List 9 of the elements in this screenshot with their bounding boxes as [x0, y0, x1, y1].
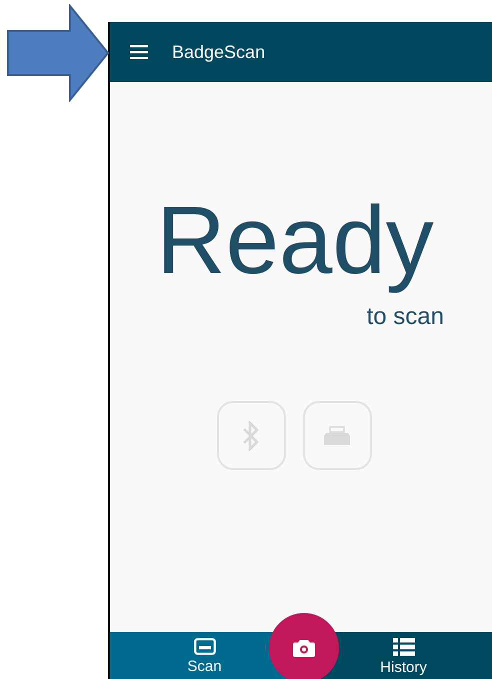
app-title: BadgeScan [172, 40, 266, 64]
status-subline: to scan [366, 302, 444, 332]
list-icon [392, 638, 414, 656]
card-icon [194, 638, 216, 655]
status-headline: Ready [156, 186, 434, 296]
menu-icon[interactable] [130, 45, 148, 59]
card-reader-icon [322, 426, 352, 446]
bluetooth-icon [241, 420, 261, 451]
camera-icon [293, 639, 315, 657]
